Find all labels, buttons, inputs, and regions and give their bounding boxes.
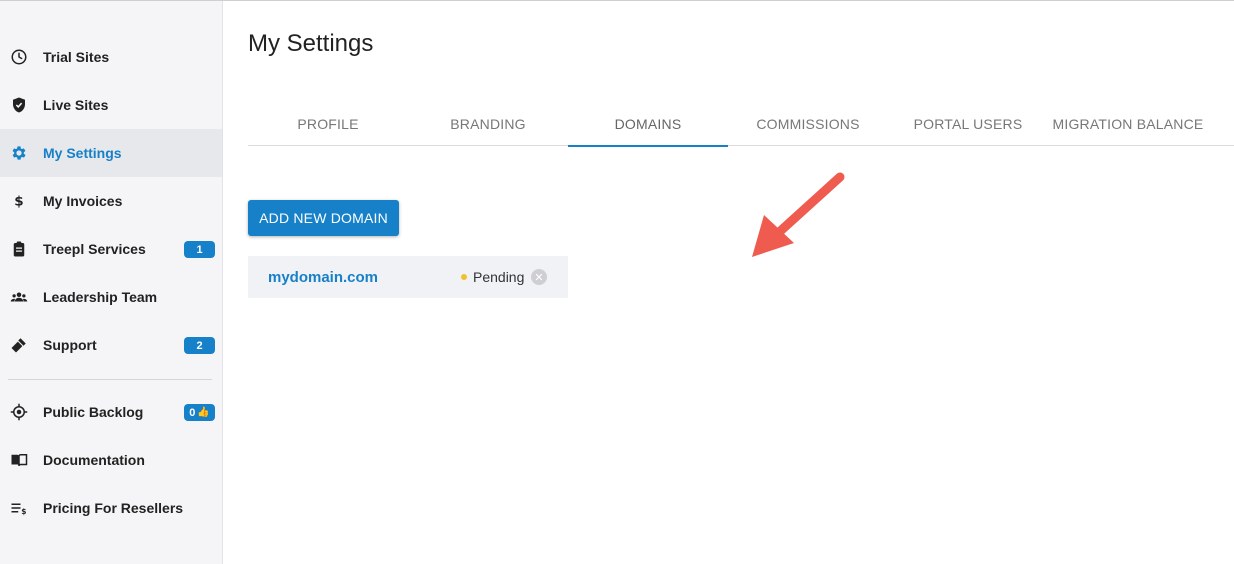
backlog-count: 0	[189, 406, 196, 419]
sidebar-item-pricing-for-resellers[interactable]: $ Pricing For Resellers	[0, 484, 222, 532]
sidebar-item-leadership-team[interactable]: Leadership Team	[0, 273, 222, 321]
sidebar-item-my-settings[interactable]: My Settings	[0, 129, 222, 177]
services-count-badge: 1	[184, 241, 215, 258]
group-icon	[10, 288, 28, 306]
pending-dot-icon	[461, 274, 467, 280]
sidebar-item-my-invoices[interactable]: $ My Invoices	[0, 177, 222, 225]
sidebar-nav: Trial Sites Live Sites My Settings $ My …	[0, 1, 222, 369]
remove-domain-icon[interactable]: ✕	[531, 269, 547, 285]
annotation-arrow-icon	[752, 172, 845, 257]
sidebar-secondary-nav: Public Backlog 0 👍 Documentation $ Prici…	[0, 388, 222, 532]
tools-icon	[10, 336, 28, 354]
tab-migration-balance[interactable]: MIGRATION BALANCE	[1048, 101, 1208, 146]
sidebar-item-label: Trial Sites	[43, 49, 110, 65]
sidebar-item-label: Treepl Services	[43, 241, 146, 257]
dollar-icon: $	[10, 192, 28, 210]
domain-row: mydomain.com Pending ✕	[248, 256, 568, 298]
status-label: Pending	[473, 269, 525, 285]
sidebar-item-label: My Settings	[43, 145, 122, 161]
sidebar-item-label: Documentation	[43, 452, 145, 468]
sidebar-divider	[8, 379, 212, 380]
sidebar-item-label: My Invoices	[43, 193, 123, 209]
tab-portal-users[interactable]: PORTAL USERS	[888, 101, 1048, 146]
tab-commissions[interactable]: COMMISSIONS	[728, 101, 888, 146]
sidebar-item-label: Pricing For Resellers	[43, 500, 184, 516]
sidebar-item-label: Leadership Team	[43, 289, 158, 305]
add-new-domain-button[interactable]: ADD NEW DOMAIN	[248, 200, 399, 236]
sidebar-item-trial-sites[interactable]: Trial Sites	[0, 33, 222, 81]
book-icon	[10, 451, 28, 469]
thumbs-up-icon: 👍	[197, 407, 210, 418]
tab-profile[interactable]: PROFILE	[248, 101, 408, 146]
sidebar-item-support[interactable]: Support 2	[0, 321, 222, 369]
sidebar-item-documentation[interactable]: Documentation	[0, 436, 222, 484]
svg-text:$: $	[21, 507, 26, 516]
support-count-badge: 2	[184, 337, 215, 354]
tab-branding[interactable]: BRANDING	[408, 101, 568, 146]
clock-icon	[10, 48, 28, 66]
sidebar-item-public-backlog[interactable]: Public Backlog 0 👍	[0, 388, 222, 436]
shield-check-icon	[10, 96, 28, 114]
domain-status: Pending	[461, 269, 524, 285]
clipboard-icon	[10, 240, 28, 258]
tab-domains[interactable]: DOMAINS	[568, 101, 728, 147]
sidebar-item-label: Public Backlog	[43, 404, 144, 420]
price-list-icon: $	[10, 499, 28, 517]
target-icon	[10, 403, 28, 421]
svg-text:$: $	[14, 194, 23, 210]
gear-icon	[10, 144, 28, 162]
backlog-votes-badge: 0 👍	[184, 404, 215, 421]
domain-name-link[interactable]: mydomain.com	[268, 269, 378, 286]
sidebar-item-label: Support	[43, 337, 97, 353]
sidebar-item-live-sites[interactable]: Live Sites	[0, 81, 222, 129]
page-title: My Settings	[248, 30, 374, 57]
settings-tabs: PROFILE BRANDING DOMAINS COMMISSIONS POR…	[248, 101, 1234, 147]
sidebar: Trial Sites Live Sites My Settings $ My …	[0, 1, 223, 564]
sidebar-item-label: Live Sites	[43, 97, 109, 113]
sidebar-item-treepl-services[interactable]: Treepl Services 1	[0, 225, 222, 273]
